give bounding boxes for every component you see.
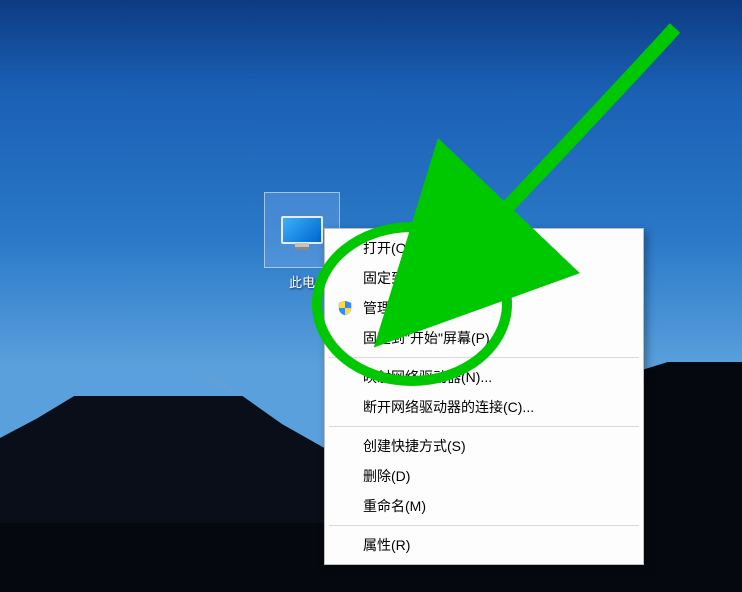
menu-delete-label: 删除(D) [363, 466, 410, 486]
menu-pin-quick-label: 固定到"快速访问" [363, 268, 471, 288]
menu-map-drive-label: 映射网络驱动器(N)... [363, 367, 492, 387]
menu-pin-start-label: 固定到"开始"屏幕(P) [363, 328, 490, 348]
menu-pin-quick-access[interactable]: 固定到"快速访问" [327, 263, 641, 293]
menu-separator [329, 426, 639, 427]
menu-create-shortcut-label: 创建快捷方式(S) [363, 436, 466, 456]
menu-delete[interactable]: 删除(D) [327, 461, 641, 491]
menu-separator [329, 525, 639, 526]
menu-properties-label: 属性(R) [363, 535, 410, 555]
menu-rename[interactable]: 重命名(M) [327, 491, 641, 521]
menu-disconnect-drive-label: 断开网络驱动器的连接(C)... [363, 397, 534, 417]
menu-disconnect-network-drive[interactable]: 断开网络驱动器的连接(C)... [327, 392, 641, 422]
menu-properties[interactable]: 属性(R) [327, 530, 641, 560]
menu-rename-label: 重命名(M) [363, 496, 426, 516]
menu-manage-label: 管理(G) [363, 298, 411, 318]
monitor-icon [281, 216, 323, 244]
menu-separator [329, 357, 639, 358]
menu-open[interactable]: 打开(O) [327, 233, 641, 263]
menu-map-network-drive[interactable]: 映射网络驱动器(N)... [327, 362, 641, 392]
menu-create-shortcut[interactable]: 创建快捷方式(S) [327, 431, 641, 461]
uac-shield-icon [337, 300, 353, 316]
menu-pin-start[interactable]: 固定到"开始"屏幕(P) [327, 323, 641, 353]
context-menu: 打开(O) 固定到"快速访问" 管理(G) 固定到"开始"屏幕(P) 映射网络驱… [324, 228, 644, 565]
menu-open-label: 打开(O) [363, 238, 411, 258]
menu-manage[interactable]: 管理(G) [327, 293, 641, 323]
